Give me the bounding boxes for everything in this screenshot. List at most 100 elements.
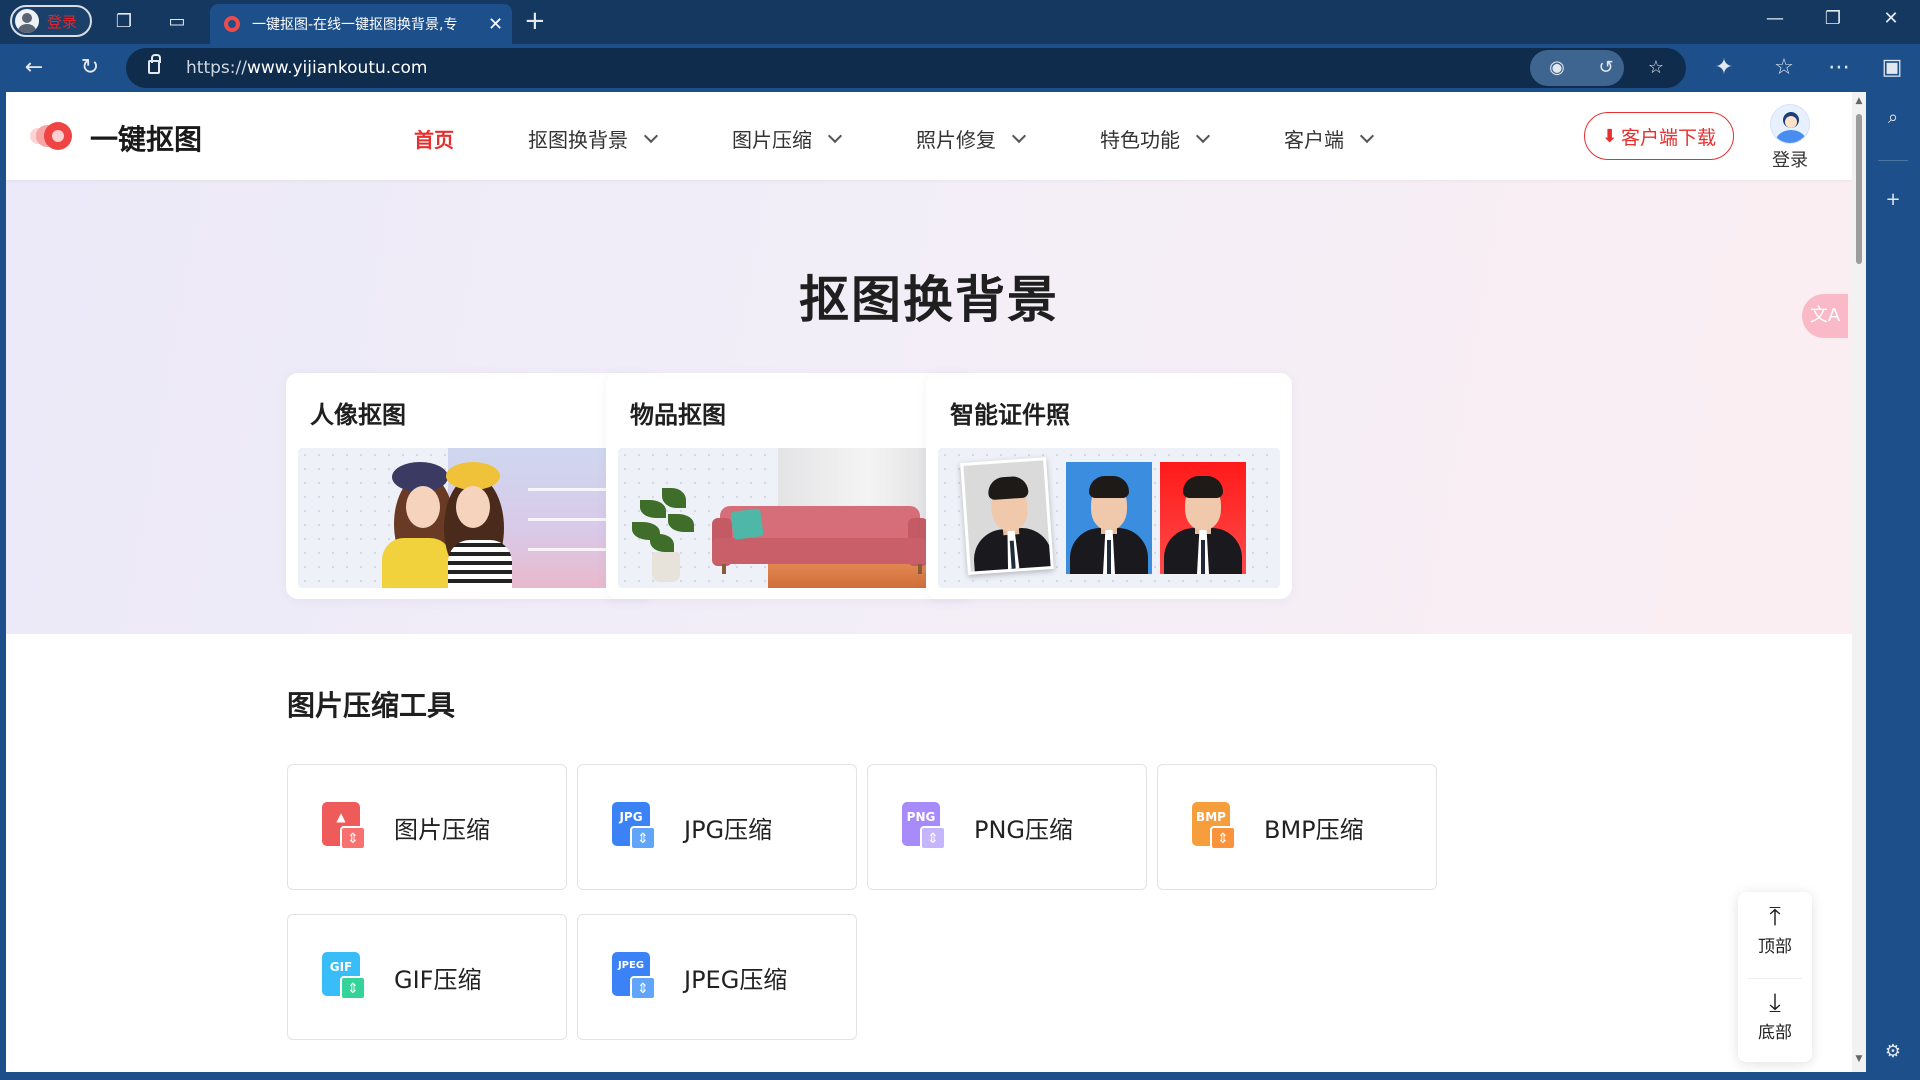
gear-icon[interactable]: ⚙	[1881, 1040, 1905, 1064]
sofa-leg	[918, 564, 922, 574]
scroll-top-label: 顶部	[1758, 937, 1792, 957]
arrow-down-icon: ⤓	[1769, 988, 1781, 1018]
hero-title: 抠图换背景	[799, 271, 1059, 329]
chevron-down-icon	[643, 128, 659, 143]
plus-icon[interactable]: +	[1881, 188, 1905, 212]
scroll-down-arrow-icon[interactable]: ▼	[1854, 1054, 1864, 1064]
bmp-file-icon: BMP ⇕	[1192, 802, 1238, 852]
nav-label: 抠图换背景	[528, 128, 628, 152]
plant-pot	[652, 552, 680, 582]
hero-section: 抠图换背景 人像抠图 物品抠图 智能证件照 文A	[6, 180, 1852, 634]
nav-image-compress[interactable]: 图片压缩	[732, 124, 843, 153]
lock-icon[interactable]	[148, 54, 161, 74]
restore-icon[interactable]: ❐	[1818, 8, 1848, 29]
login-link[interactable]: 登录	[1768, 146, 1812, 172]
card-object-cutout[interactable]: 物品抠图	[606, 373, 972, 599]
user-avatar[interactable]	[1770, 104, 1810, 144]
nav-label: 客户端	[1284, 128, 1344, 152]
logo-icon[interactable]	[30, 120, 74, 152]
download-label: 客户端下载	[1621, 126, 1717, 149]
favorites-icon[interactable]: ☆	[1770, 54, 1798, 82]
collections-icon[interactable]: ❐	[112, 10, 136, 34]
chevron-down-icon	[827, 128, 843, 143]
nav-photo-repair[interactable]: 照片修复	[916, 124, 1027, 153]
chevron-down-icon	[1359, 128, 1375, 143]
tool-image-compress[interactable]: ▲ ⇕ 图片压缩	[287, 764, 567, 890]
tool-gif-compress[interactable]: GIF ⇕ GIF压缩	[287, 914, 567, 1040]
site-favicon-icon	[224, 16, 240, 32]
nav-home[interactable]: 首页	[414, 124, 454, 153]
leaf-shape	[640, 500, 666, 518]
scroll-top-button[interactable]: ⤒ 顶部	[1738, 902, 1812, 957]
leaf-shape	[650, 534, 674, 552]
sidebar-icon[interactable]: ▣	[1878, 54, 1906, 82]
site-header: 一键抠图 首页 抠图换背景 图片压缩 照片修复 特色功能 客户端 ⬇ 客户端下载…	[6, 92, 1852, 180]
tool-jpeg-compress[interactable]: JPEG ⇕ JPEG压缩	[577, 914, 857, 1040]
float-scroll-nav: ⤒ 顶部 ⤓ 底部	[1738, 892, 1812, 1062]
tab-active[interactable]: 一键抠图-在线一键抠图换背景,专 ✕	[210, 4, 512, 44]
profile-avatar-icon	[15, 9, 39, 33]
star-icon[interactable]: ☆	[1644, 56, 1668, 80]
search-icon[interactable]: ⌕	[1881, 106, 1905, 130]
tool-jpg-compress[interactable]: JPG ⇕ JPG压缩	[577, 764, 857, 890]
browser-sidebar: ⌕ + ⚙	[1866, 92, 1920, 1080]
nav-label: 特色功能	[1100, 128, 1180, 152]
address-bar[interactable]: https://www.yijiankoutu.com ◉ ↺ ☆	[126, 48, 1686, 88]
nav-cutout-background[interactable]: 抠图换背景	[528, 124, 659, 153]
card-id-photo[interactable]: 智能证件照	[926, 373, 1292, 599]
logo-text[interactable]: 一键抠图	[90, 118, 202, 158]
back-arrow-icon[interactable]: ←	[20, 54, 48, 82]
id-photo-image	[938, 448, 1280, 588]
translate-icon[interactable]: 文A	[1802, 294, 1848, 338]
image-compress-icon: ▲ ⇕	[322, 802, 368, 852]
scroll-bottom-label: 底部	[1758, 1023, 1792, 1043]
nav-features[interactable]: 特色功能	[1100, 124, 1211, 153]
url-domain: www.yijiankoutu.com	[246, 58, 428, 78]
gif-file-icon: GIF ⇕	[322, 952, 368, 1002]
page-scrollbar[interactable]: ▲ ▼	[1852, 92, 1866, 1072]
tool-label: GIF压缩	[394, 965, 482, 994]
tool-label: BMP压缩	[1264, 815, 1364, 844]
chevron-down-icon	[1011, 128, 1027, 143]
blue-id-photo	[1066, 462, 1152, 574]
page-viewport: 抠图换背景 人像抠图 物品抠图 智能证件照 文A 一键抠图 首页 抠图换背景 图…	[6, 92, 1866, 1072]
immersive-reader-icon[interactable]: ↺	[1594, 56, 1618, 80]
card-title: 物品抠图	[630, 401, 726, 429]
arrow-up-icon: ⤒	[1769, 902, 1781, 932]
client-download-button[interactable]: ⬇ 客户端下载	[1584, 112, 1734, 160]
tool-label: PNG压缩	[974, 815, 1074, 844]
png-file-icon: PNG ⇕	[902, 802, 948, 852]
tool-png-compress[interactable]: PNG ⇕ PNG压缩	[867, 764, 1147, 890]
new-tab-plus-icon[interactable]: +	[524, 8, 546, 34]
profile-button[interactable]: 登录	[10, 5, 92, 37]
sidebar-separator	[1878, 160, 1908, 161]
chevron-down-icon	[1195, 128, 1211, 143]
scroll-thumb[interactable]	[1856, 114, 1862, 264]
minimize-icon[interactable]: —	[1760, 8, 1790, 29]
refresh-icon[interactable]: ↻	[76, 54, 104, 82]
puzzle-icon[interactable]: ✦	[1710, 54, 1738, 82]
face-shape	[456, 486, 490, 528]
card-portrait-cutout[interactable]: 人像抠图	[286, 373, 652, 599]
download-icon: ⬇	[1601, 125, 1618, 147]
face-shape	[406, 486, 440, 528]
tab-actions-icon[interactable]: ▭	[165, 10, 189, 34]
shirt-shape	[382, 538, 452, 588]
scroll-up-arrow-icon[interactable]: ▲	[1854, 96, 1864, 106]
eye-off-icon[interactable]: ◉	[1545, 56, 1569, 80]
url-text[interactable]: https://www.yijiankoutu.com	[186, 58, 427, 78]
jpeg-file-icon: JPEG ⇕	[612, 952, 658, 1002]
browser-title-bar: 登录 ❐ ▭ 一键抠图-在线一键抠图换背景,专 ✕ + — ❐ ✕	[0, 0, 1920, 44]
tool-bmp-compress[interactable]: BMP ⇕ BMP压缩	[1157, 764, 1437, 890]
nav-client[interactable]: 客户端	[1284, 124, 1375, 153]
window-close-icon[interactable]: ✕	[1876, 8, 1906, 29]
sofa-image	[618, 448, 960, 588]
browser-toolbar: ← ↻ https://www.yijiankoutu.com ◉ ↺ ☆ ✦ …	[0, 44, 1920, 92]
nav-label: 照片修复	[916, 128, 996, 152]
more-icon[interactable]: ⋯	[1825, 54, 1853, 82]
profile-label: 登录	[47, 12, 78, 31]
striped-shirt-shape	[448, 540, 512, 588]
scroll-bottom-button[interactable]: ⤓ 底部	[1738, 988, 1812, 1043]
sofa-pillow	[730, 508, 764, 540]
close-icon[interactable]: ✕	[488, 14, 503, 35]
